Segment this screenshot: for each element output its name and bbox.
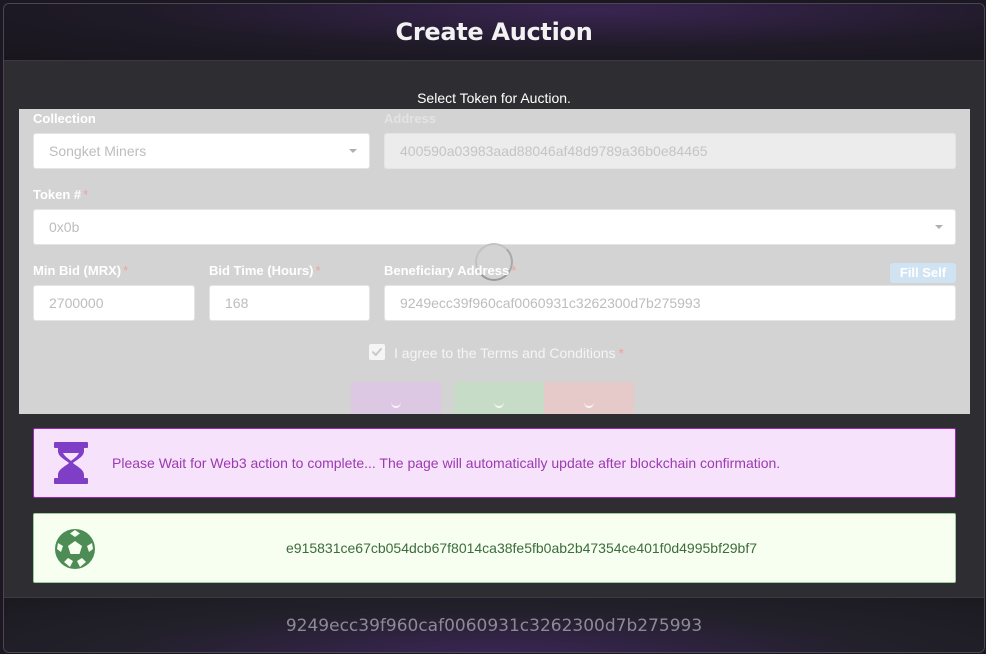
spinner-icon	[494, 396, 504, 408]
collection-select[interactable]: Songket Miners	[33, 133, 370, 169]
wait-message: Please Wait for Web3 action to complete.…	[112, 455, 781, 471]
collection-label: Collection	[33, 111, 96, 126]
terms-label: I agree to the Terms and Conditions *	[394, 345, 624, 361]
transaction-hash: e915831ce67cb054dcb67f8014ca38fe5fb0ab2b…	[286, 540, 758, 556]
chevron-down-icon	[935, 225, 943, 229]
min-bid-label: Min Bid (MRX) *	[33, 263, 129, 278]
form-subtitle: Select Token for Auction.	[417, 90, 571, 106]
cancel-button[interactable]	[544, 382, 634, 414]
modal-footer: 9249ecc39f960caf0060931c3262300d7b275993	[4, 597, 984, 652]
bid-time-input[interactable]: 168	[209, 285, 370, 321]
bid-time-label: Bid Time (Hours) *	[209, 263, 321, 278]
beneficiary-label: Beneficiary Address *	[384, 263, 517, 278]
token-select[interactable]: 0x0b	[33, 209, 956, 245]
address-label: Address	[384, 111, 437, 126]
min-bid-input[interactable]: 2700000	[33, 285, 195, 321]
beneficiary-input[interactable]: 9249ecc39f960caf0060931c3262300d7b275993	[384, 285, 956, 321]
hourglass-icon	[54, 442, 88, 489]
transaction-alert: e915831ce67cb054dcb67f8014ca38fe5fb0ab2b…	[33, 513, 956, 583]
auction-form: Collection Songket Miners Address 400590…	[19, 109, 970, 414]
spinner-icon	[584, 396, 594, 408]
create-auction-modal: Create Auction Select Token for Auction.…	[3, 3, 985, 653]
checkmark-icon	[372, 348, 382, 356]
modal-header: Create Auction	[4, 4, 984, 61]
fill-self-button[interactable]: Fill Self	[890, 263, 956, 283]
spinner-icon	[391, 396, 401, 408]
chevron-down-icon	[349, 149, 357, 153]
modal-title: Create Auction	[395, 18, 593, 46]
submit-button[interactable]	[351, 382, 441, 414]
soccer-ball-icon	[54, 528, 96, 575]
address-field: 400590a03983aad88046af48d9789a36b0e84465	[384, 133, 956, 169]
reset-button[interactable]	[454, 382, 544, 414]
token-label: Token # *	[33, 187, 89, 202]
wallet-address: 9249ecc39f960caf0060931c3262300d7b275993	[285, 615, 703, 636]
web3-wait-alert: Please Wait for Web3 action to complete.…	[33, 428, 956, 498]
terms-checkbox[interactable]	[369, 344, 385, 360]
